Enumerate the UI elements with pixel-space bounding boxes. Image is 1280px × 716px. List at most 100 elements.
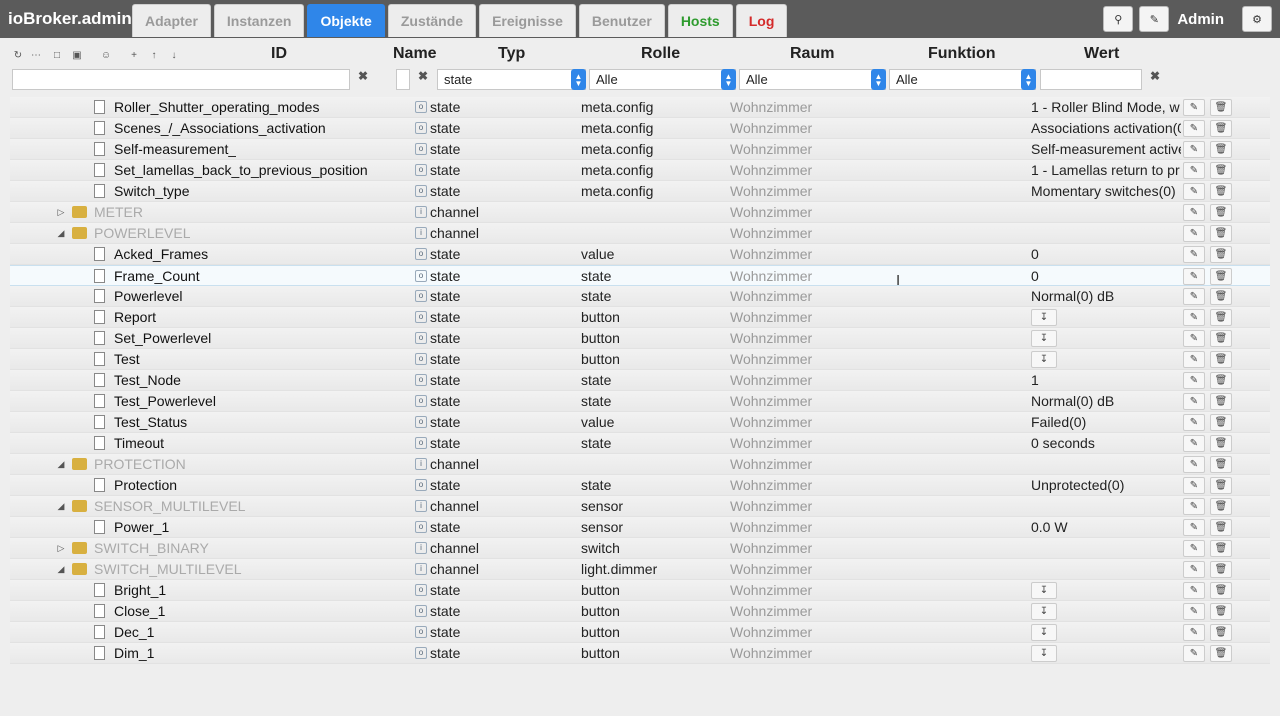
delete-trash-icon[interactable]: 🗑 xyxy=(1210,477,1232,494)
table-row[interactable]: Acked_Frames o state value Wohnzimmer 0 ✎ 🗑 xyxy=(10,244,1270,265)
user-icon[interactable]: ☺ xyxy=(99,48,113,62)
delete-trash-icon[interactable]: 🗑 xyxy=(1210,435,1232,452)
table-row[interactable]: Set_Powerlevel o state button Wohnzimmer ↧ ✎ 🗑 xyxy=(10,328,1270,349)
edit-icon[interactable]: ✎ xyxy=(1183,288,1205,305)
edit-icon[interactable]: ✎ xyxy=(1139,6,1170,32)
table-row[interactable]: ◢ POWERLEVEL i channel Wohnzimmer ✎ 🗑 xyxy=(10,223,1270,244)
table-row[interactable]: Switch_type o state meta.config Wohnzimmer Mo… xyxy=(10,181,1270,202)
delete-trash-icon[interactable]: 🗑 xyxy=(1210,414,1232,431)
tree-expanded-icon[interactable]: ◢ xyxy=(56,228,66,239)
table-row[interactable]: Dim_1 o state button Wohnzimmer ↧ ✎ 🗑 xyxy=(10,643,1270,664)
object-value[interactable]: Normal(0) dB xyxy=(1031,288,1181,304)
table-row[interactable]: Bright_1 o state button Wohnzimmer ↧ ✎ 🗑 xyxy=(10,580,1270,601)
edit-icon[interactable]: ✎ xyxy=(1183,498,1205,515)
object-value[interactable]: 0 xyxy=(1031,268,1181,284)
filter-rolle-select[interactable]: Alle ▲ ▼ xyxy=(589,69,736,90)
object-value[interactable]: Associations activation(0 xyxy=(1031,120,1181,136)
filter-wert-input[interactable] xyxy=(1040,69,1142,90)
delete-trash-icon[interactable]: 🗑 xyxy=(1210,204,1232,221)
object-value[interactable]: Momentary switches(0) xyxy=(1031,183,1181,199)
tab-instanzen[interactable]: Instanzen xyxy=(213,4,305,37)
object-value[interactable]: 1 - Lamellas return to pr xyxy=(1031,162,1181,178)
tab-zustaende[interactable]: Zustände xyxy=(387,4,477,37)
tab-hosts[interactable]: Hosts xyxy=(667,4,733,37)
table-row[interactable]: Self-measurement_ o state meta.config Wohnzi… xyxy=(10,139,1270,160)
table-row[interactable]: Report o state button Wohnzimmer ↧ ✎ 🗑 xyxy=(10,307,1270,328)
clear-filter-name-icon[interactable]: ✖ xyxy=(418,69,428,83)
table-row[interactable]: Timeout o state state Wohnzimmer 0 seconds ✎ 🗑 xyxy=(10,433,1270,454)
edit-icon[interactable]: ✎ xyxy=(1183,141,1205,158)
table-row[interactable]: Set_lamellas_back_to_previous_position o s… xyxy=(10,160,1270,181)
edit-icon[interactable]: ✎ xyxy=(1183,268,1205,285)
delete-trash-icon[interactable]: 🗑 xyxy=(1210,456,1232,473)
edit-icon[interactable]: ✎ xyxy=(1183,414,1205,431)
tab-adapter[interactable]: Adapter xyxy=(132,4,211,37)
delete-trash-icon[interactable]: 🗑 xyxy=(1210,498,1232,515)
tab-objekte[interactable]: Objekte xyxy=(307,4,385,37)
trigger-button[interactable]: ↧ xyxy=(1031,309,1057,326)
edit-icon[interactable]: ✎ xyxy=(1183,99,1205,116)
edit-icon[interactable]: ✎ xyxy=(1183,645,1205,662)
table-row[interactable]: ◢ SENSOR_MULTILEVEL i channel sensor Wohnzimm… xyxy=(10,496,1270,517)
table-row[interactable]: Close_1 o state button Wohnzimmer ↧ ✎ 🗑 xyxy=(10,601,1270,622)
delete-trash-icon[interactable]: 🗑 xyxy=(1210,645,1232,662)
table-row[interactable]: Scenes_/_Associations_activation o state me… xyxy=(10,118,1270,139)
table-row[interactable]: Powerlevel o state state Wohnzimmer Normal(0)… xyxy=(10,286,1270,307)
object-value[interactable]: Unprotected(0) xyxy=(1031,477,1181,493)
delete-trash-icon[interactable]: 🗑 xyxy=(1210,288,1232,305)
edit-icon[interactable]: ✎ xyxy=(1183,519,1205,536)
delete-trash-icon[interactable]: 🗑 xyxy=(1210,268,1232,285)
delete-trash-icon[interactable]: 🗑 xyxy=(1210,141,1232,158)
edit-icon[interactable]: ✎ xyxy=(1183,477,1205,494)
table-row[interactable]: Frame_Count o state state Wohnzimmer 0 ✎ 🗑 xyxy=(10,265,1270,286)
edit-icon[interactable]: ✎ xyxy=(1183,120,1205,137)
table-row[interactable]: Test_Node o state state Wohnzimmer 1 ✎ 🗑 xyxy=(10,370,1270,391)
trigger-button[interactable]: ↧ xyxy=(1031,645,1057,662)
trigger-button[interactable]: ↧ xyxy=(1031,330,1057,347)
edit-icon[interactable]: ✎ xyxy=(1183,456,1205,473)
edit-icon[interactable]: ✎ xyxy=(1183,246,1205,263)
object-value[interactable]: 0 seconds xyxy=(1031,435,1181,451)
object-value[interactable]: Normal(0) dB xyxy=(1031,393,1181,409)
object-value[interactable]: Failed(0) xyxy=(1031,414,1181,430)
filter-id-input[interactable] xyxy=(12,69,350,90)
table-row[interactable]: Power_1 o state sensor Wohnzimmer 0.0 W ✎ 🗑 xyxy=(10,517,1270,538)
edit-icon[interactable]: ✎ xyxy=(1183,603,1205,620)
edit-icon[interactable]: ✎ xyxy=(1183,372,1205,389)
table-row[interactable]: Protection o state state Wohnzimmer Unprotect… xyxy=(10,475,1270,496)
edit-icon[interactable]: ✎ xyxy=(1183,540,1205,557)
edit-icon[interactable]: ✎ xyxy=(1183,582,1205,599)
edit-icon[interactable]: ✎ xyxy=(1183,351,1205,368)
table-row[interactable]: Test_Status o state value Wohnzimmer Failed(0… xyxy=(10,412,1270,433)
table-row[interactable]: Roller_Shutter_operating_modes o state meta… xyxy=(10,97,1270,118)
object-value[interactable]: 1 - Roller Blind Mode, w xyxy=(1031,99,1181,115)
object-value[interactable]: 0 xyxy=(1031,246,1181,262)
settings-gear-icon[interactable]: ⚙ xyxy=(1242,6,1272,32)
table-row[interactable]: Test_Powerlevel o state state Wohnzimmer Norm… xyxy=(10,391,1270,412)
edit-icon[interactable]: ✎ xyxy=(1183,204,1205,221)
tree-expanded-icon[interactable]: ◢ xyxy=(56,564,66,575)
folder-expand-icon[interactable]: ▣ xyxy=(70,48,84,62)
delete-trash-icon[interactable]: 🗑 xyxy=(1210,183,1232,200)
delete-trash-icon[interactable]: 🗑 xyxy=(1210,624,1232,641)
upload-icon[interactable]: ↑ xyxy=(147,48,161,62)
filter-typ-select[interactable]: state ▲ ▼ xyxy=(437,69,586,90)
tab-log[interactable]: Log xyxy=(735,4,788,37)
clear-filter-id-icon[interactable]: ✖ xyxy=(358,69,368,83)
edit-icon[interactable]: ✎ xyxy=(1183,183,1205,200)
add-icon[interactable]: + xyxy=(127,48,141,62)
delete-trash-icon[interactable]: 🗑 xyxy=(1210,540,1232,557)
tree-collapsed-icon[interactable]: ▷ xyxy=(56,543,66,554)
edit-icon[interactable]: ✎ xyxy=(1183,561,1205,578)
search-icon[interactable]: ⚲ xyxy=(1103,6,1134,32)
object-value[interactable]: Self-measurement active xyxy=(1031,141,1181,157)
edit-icon[interactable]: ✎ xyxy=(1183,624,1205,641)
table-row[interactable]: ▷ METER i channel Wohnzimmer ✎ 🗑 xyxy=(10,202,1270,223)
refresh-icon[interactable]: ↻ xyxy=(11,48,25,62)
folder-collapse-icon[interactable]: □ xyxy=(50,48,64,62)
edit-icon[interactable]: ✎ xyxy=(1183,309,1205,326)
filter-name-input[interactable] xyxy=(396,69,410,90)
edit-icon[interactable]: ✎ xyxy=(1183,225,1205,242)
trigger-button[interactable]: ↧ xyxy=(1031,603,1057,620)
edit-icon[interactable]: ✎ xyxy=(1183,435,1205,452)
